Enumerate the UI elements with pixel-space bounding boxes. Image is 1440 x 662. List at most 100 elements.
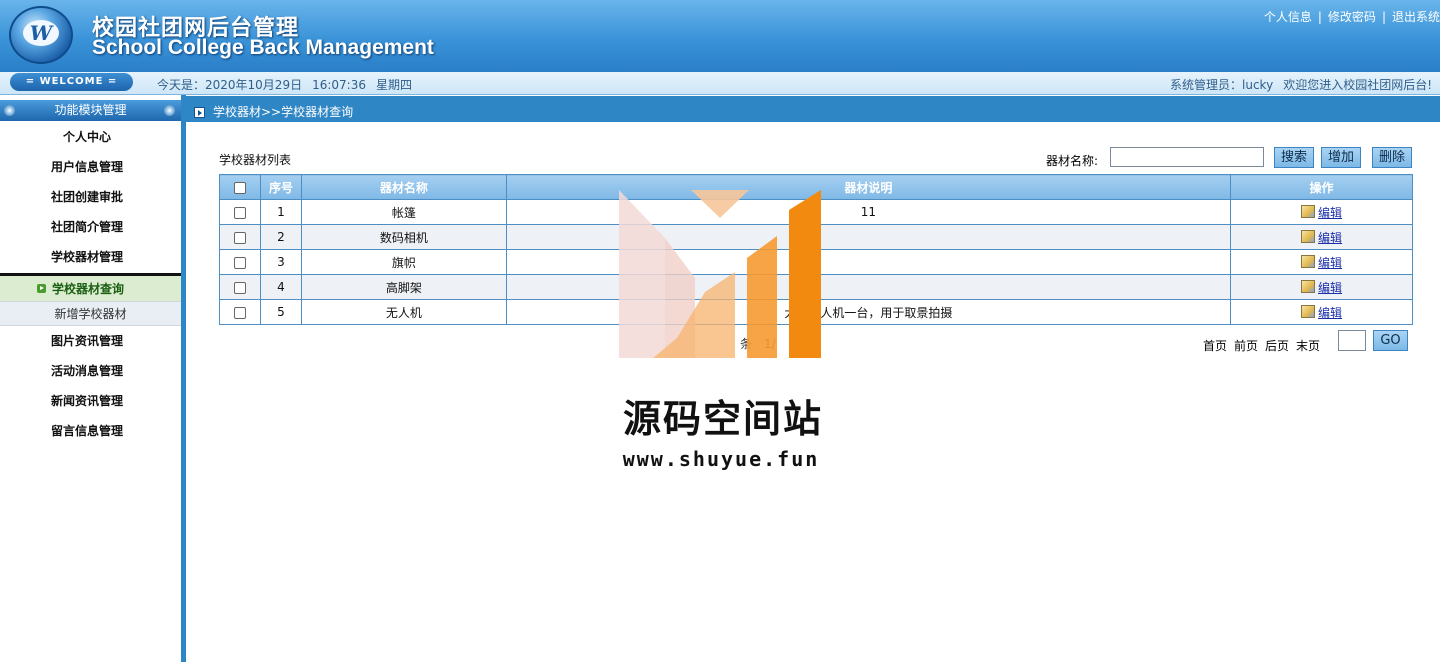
sidebar-item-club-intro[interactable]: 社团简介管理	[0, 212, 174, 242]
welcome-message: 欢迎您进入校园社团网后台!	[1283, 78, 1432, 92]
go-button[interactable]: GO	[1373, 330, 1408, 351]
logo-letter: W	[23, 20, 59, 46]
col-header-desc: 器材说明	[505, 174, 1232, 200]
cell-desc	[505, 224, 1232, 250]
first-page-link[interactable]: 首页	[1203, 339, 1227, 353]
next-page-link[interactable]: 后页	[1265, 339, 1289, 353]
cell-no: 1	[259, 199, 302, 225]
edit-link[interactable]: 编辑	[1318, 256, 1342, 270]
bullet-icon	[164, 105, 175, 116]
arrow-right-icon	[37, 284, 46, 293]
cell-name: 旗帜	[300, 249, 507, 275]
sidebar-subitem-equipment-query[interactable]: 学校器材查询	[0, 276, 181, 302]
search-label: 器材名称:	[1046, 154, 1099, 168]
row-select-cell	[219, 224, 261, 250]
equipment-submenu: 学校器材查询 新增学校器材	[0, 273, 181, 326]
edit-link[interactable]: 编辑	[1318, 281, 1342, 295]
sidebar-item-club-approval[interactable]: 社团创建审批	[0, 182, 174, 212]
cell-name: 无人机	[300, 299, 507, 325]
arrow-right-icon	[194, 107, 205, 118]
select-all-cell	[219, 174, 261, 200]
row-select-cell	[219, 249, 261, 275]
sidebar-header-label: 功能模块管理	[54, 103, 127, 117]
col-header-no: 序号	[259, 174, 302, 200]
current-date: 今天是：2020年10月29日	[157, 78, 303, 92]
cell-action: 编辑	[1230, 249, 1413, 275]
bullet-icon	[4, 105, 15, 116]
row-checkbox[interactable]	[233, 206, 246, 219]
watermark-logo-icon	[619, 190, 821, 358]
app-header: W 校园社团网后台管理 School College Back Manageme…	[0, 0, 1440, 72]
app-title-en: School College Back Management	[92, 36, 434, 59]
app-logo-icon: W	[9, 6, 73, 64]
admin-info: 系统管理员：lucky 欢迎您进入校园社团网后台!	[1160, 76, 1432, 93]
profile-link[interactable]: 个人信息	[1264, 10, 1312, 24]
welcome-bar: = WELCOME = 今天是：2020年10月29日 16:07:36 星期四 系…	[0, 72, 1440, 95]
change-password-link[interactable]: 修改密码	[1328, 10, 1376, 24]
select-all-checkbox[interactable]	[233, 181, 246, 194]
date-info: 今天是：2020年10月29日 16:07:36 星期四	[157, 76, 422, 93]
sidebar-item-personal-center[interactable]: 个人中心	[0, 122, 174, 152]
row-checkbox[interactable]	[233, 306, 246, 319]
cell-action: 编辑	[1230, 274, 1413, 300]
separator: |	[1317, 10, 1322, 24]
cell-name: 数码相机	[300, 224, 507, 250]
welcome-badge: = WELCOME =	[10, 73, 133, 91]
cell-desc	[505, 249, 1232, 275]
sidebar-item-equipment[interactable]: 学校器材管理	[0, 242, 174, 272]
edit-icon	[1301, 229, 1316, 243]
row-select-cell	[219, 299, 261, 325]
cell-no: 5	[259, 299, 302, 325]
cell-name: 帐篷	[300, 199, 507, 225]
cell-no: 3	[259, 249, 302, 275]
prev-page-link[interactable]: 前页	[1234, 339, 1258, 353]
edit-icon	[1301, 279, 1316, 293]
row-checkbox[interactable]	[233, 281, 246, 294]
pager: 首页 前页 后页 末页	[1203, 337, 1327, 354]
list-title: 学校器材列表	[219, 153, 292, 167]
row-select-cell	[219, 199, 261, 225]
top-links: 个人信息 | 修改密码 | 退出系统	[1264, 8, 1440, 25]
cell-desc: 大 人机一台，用于取景拍摄	[505, 299, 1232, 325]
edit-icon	[1301, 304, 1316, 318]
col-header-action: 操作	[1230, 174, 1413, 200]
edit-link[interactable]: 编辑	[1318, 306, 1342, 320]
delete-button[interactable]: 删除	[1372, 147, 1412, 168]
cell-action: 编辑	[1230, 224, 1413, 250]
sidebar-item-activity[interactable]: 活动消息管理	[0, 356, 174, 386]
current-weekday: 星期四	[376, 78, 413, 92]
breadcrumb-text: 学校器材>>学校器材查询	[213, 105, 354, 119]
sidebar-subitem-add-equipment[interactable]: 新增学校器材	[0, 302, 181, 326]
add-button[interactable]: 增加	[1321, 147, 1361, 168]
search-button[interactable]: 搜索	[1274, 147, 1314, 168]
last-page-link[interactable]: 末页	[1296, 339, 1320, 353]
cell-action: 编辑	[1230, 299, 1413, 325]
col-header-name: 器材名称	[300, 174, 507, 200]
cell-no: 4	[259, 274, 302, 300]
subitem-label: 学校器材查询	[52, 282, 125, 296]
cell-desc: 11	[505, 199, 1232, 225]
edit-link[interactable]: 编辑	[1318, 231, 1342, 245]
side-menu: 个人中心 用户信息管理 社团创建审批 社团简介管理 学校器材管理 学校器材查询 …	[0, 122, 181, 446]
page-number-input[interactable]	[1338, 330, 1366, 351]
cell-desc	[505, 274, 1232, 300]
separator: |	[1381, 10, 1386, 24]
watermark-url: www.shuyue.fun	[622, 447, 820, 471]
sidebar-item-messages[interactable]: 留言信息管理	[0, 416, 174, 446]
sidebar-item-photo-news[interactable]: 图片资讯管理	[0, 326, 174, 356]
sidebar-item-news[interactable]: 新闻资讯管理	[0, 386, 174, 416]
equipment-name-input[interactable]	[1110, 147, 1264, 167]
cell-action: 编辑	[1230, 199, 1413, 225]
edit-icon	[1301, 204, 1316, 218]
sidebar-item-user-info[interactable]: 用户信息管理	[0, 152, 174, 182]
watermark-text: 源码空间站	[622, 397, 823, 441]
current-time: 16:07:36	[312, 78, 366, 92]
logout-link[interactable]: 退出系统	[1392, 10, 1440, 24]
cell-no: 2	[259, 224, 302, 250]
cell-name: 高脚架	[300, 274, 507, 300]
sidebar: 功能模块管理 个人中心 用户信息管理 社团创建审批 社团简介管理 学校器材管理 …	[0, 95, 186, 662]
row-checkbox[interactable]	[233, 256, 246, 269]
row-checkbox[interactable]	[233, 231, 246, 244]
edit-icon	[1301, 254, 1316, 268]
edit-link[interactable]: 编辑	[1318, 206, 1342, 220]
